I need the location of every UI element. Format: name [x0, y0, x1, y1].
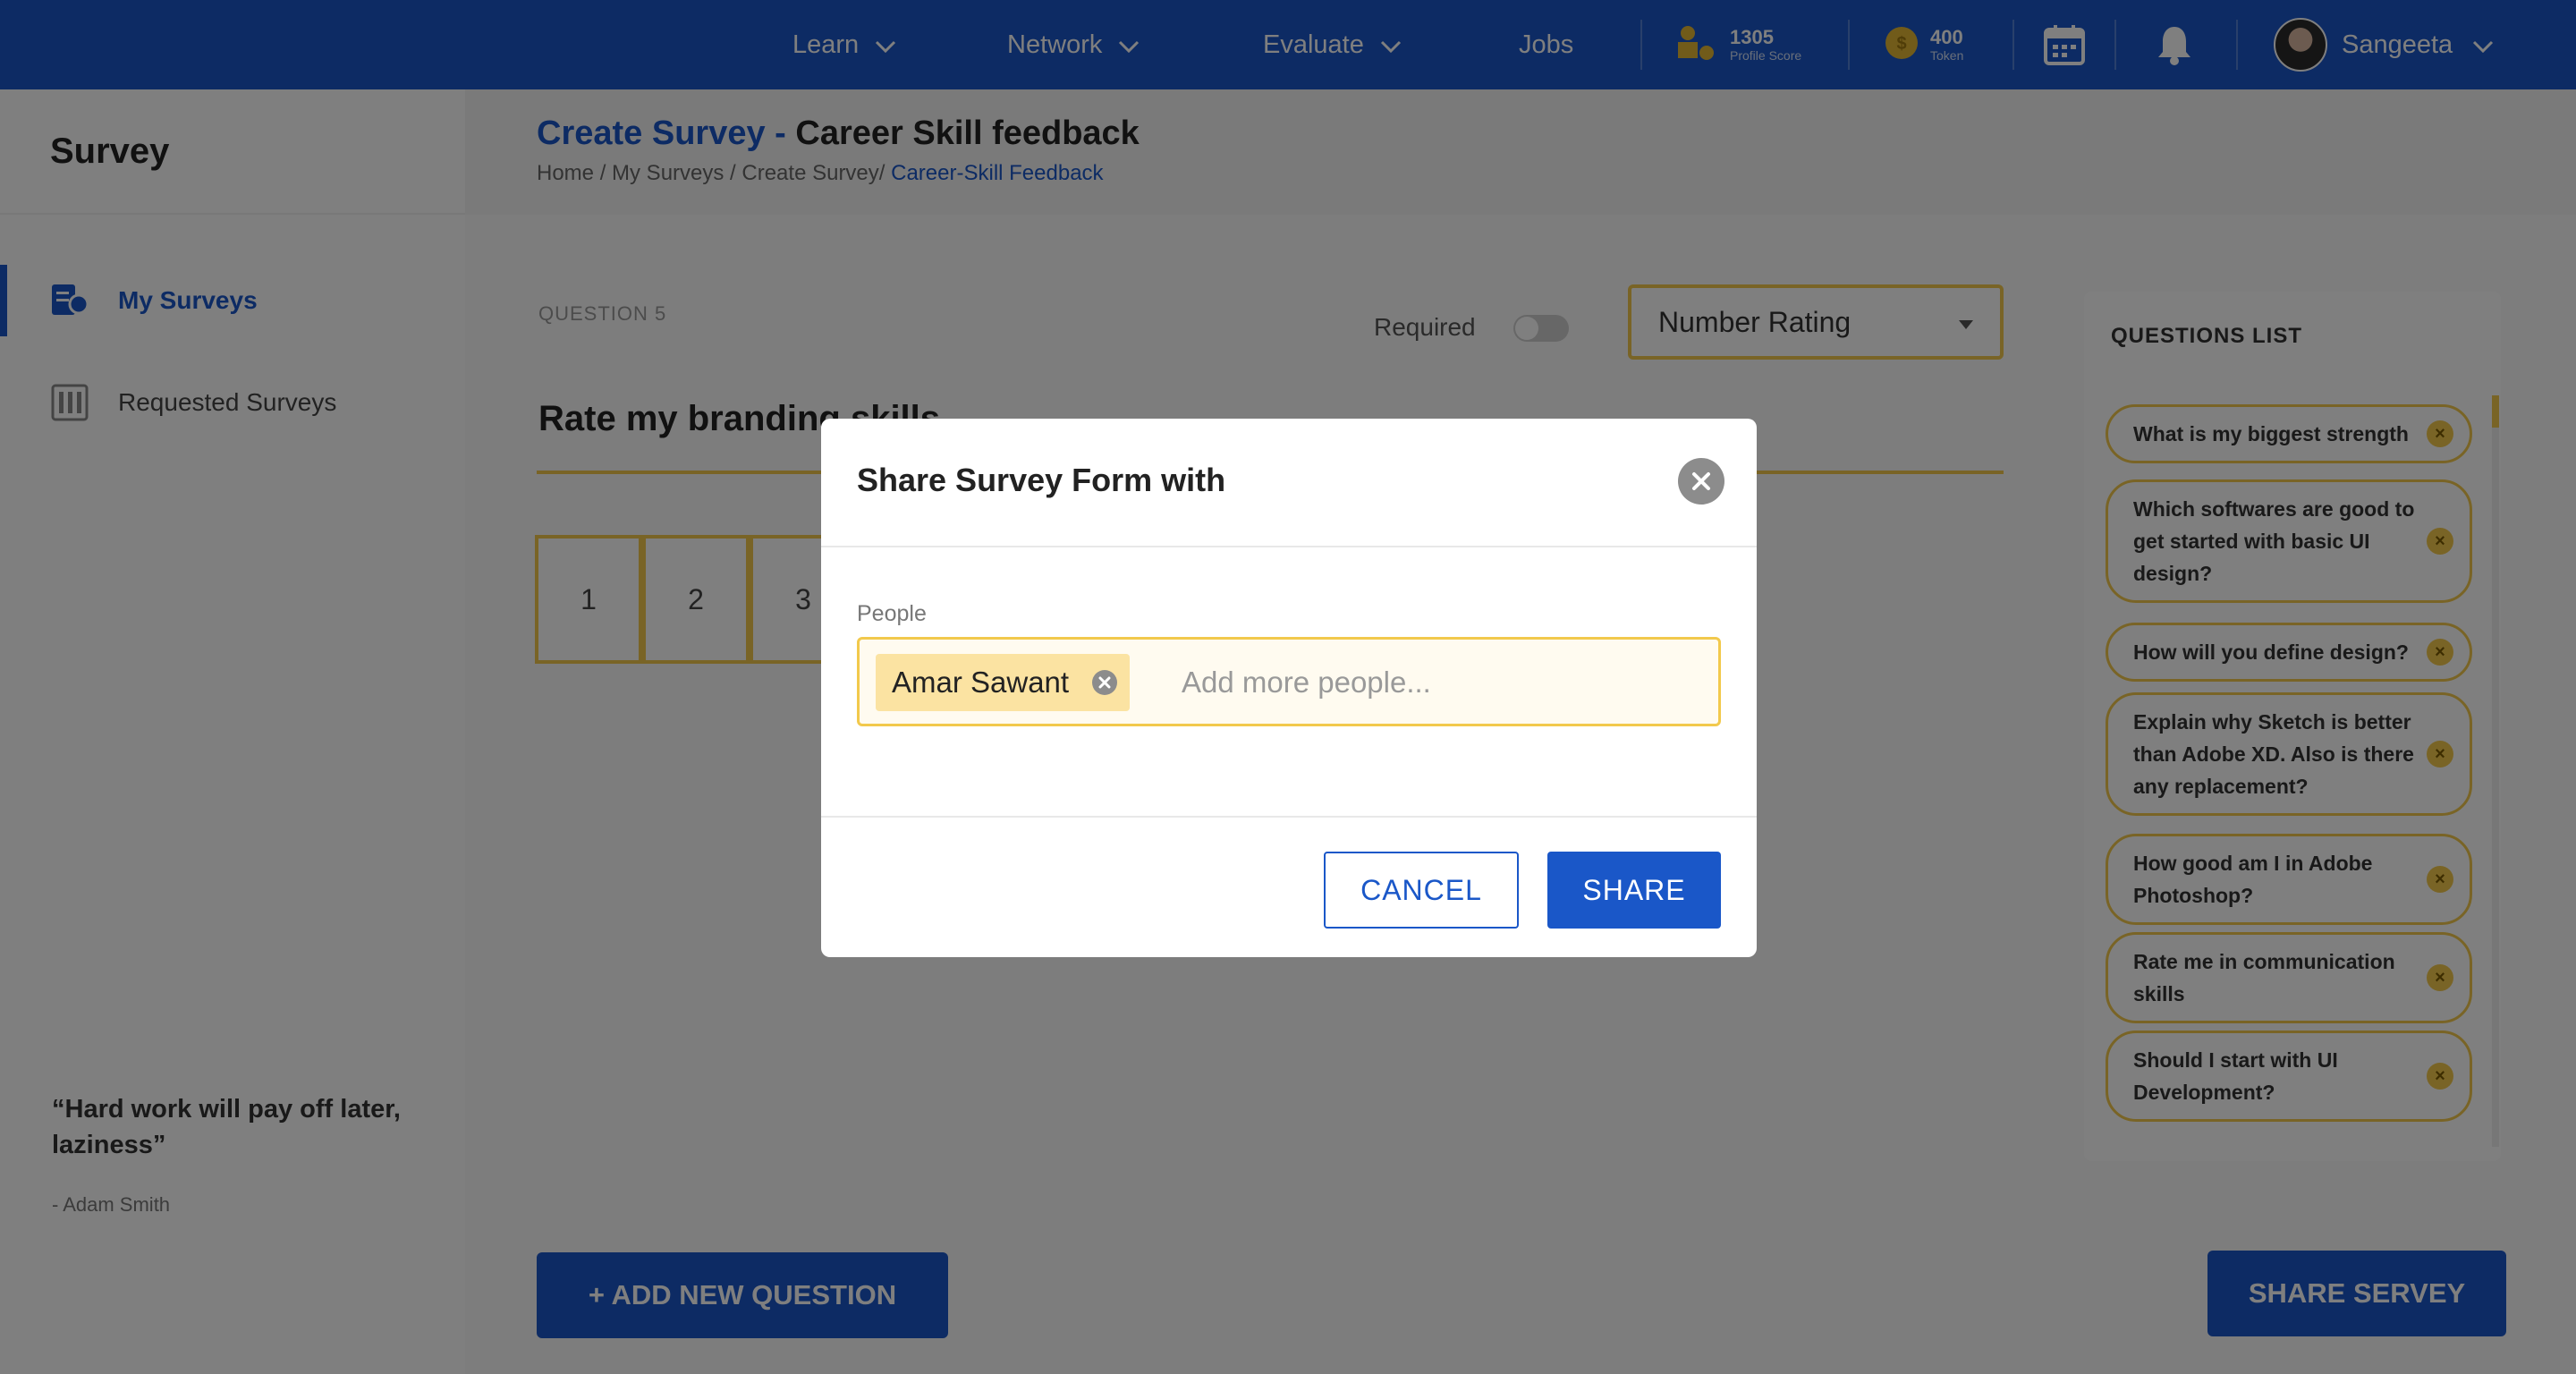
person-chip: Amar Sawant — [876, 654, 1131, 711]
people-field[interactable]: Amar Sawant — [857, 637, 1721, 726]
share-modal: Share Survey Form with People Amar Sawan… — [821, 419, 1757, 957]
modal-header: Share Survey Form with — [821, 419, 1757, 547]
close-icon[interactable] — [1678, 458, 1724, 505]
add-people-input[interactable] — [1182, 659, 1700, 706]
remove-person-icon[interactable] — [1092, 670, 1118, 695]
people-label: People — [857, 601, 927, 626]
person-chip-name: Amar Sawant — [892, 666, 1070, 699]
modal-title: Share Survey Form with — [857, 462, 1226, 498]
cancel-button[interactable]: CANCEL — [1324, 852, 1519, 929]
modal-footer-divider — [821, 816, 1757, 818]
share-button[interactable]: SHARE — [1547, 852, 1721, 929]
